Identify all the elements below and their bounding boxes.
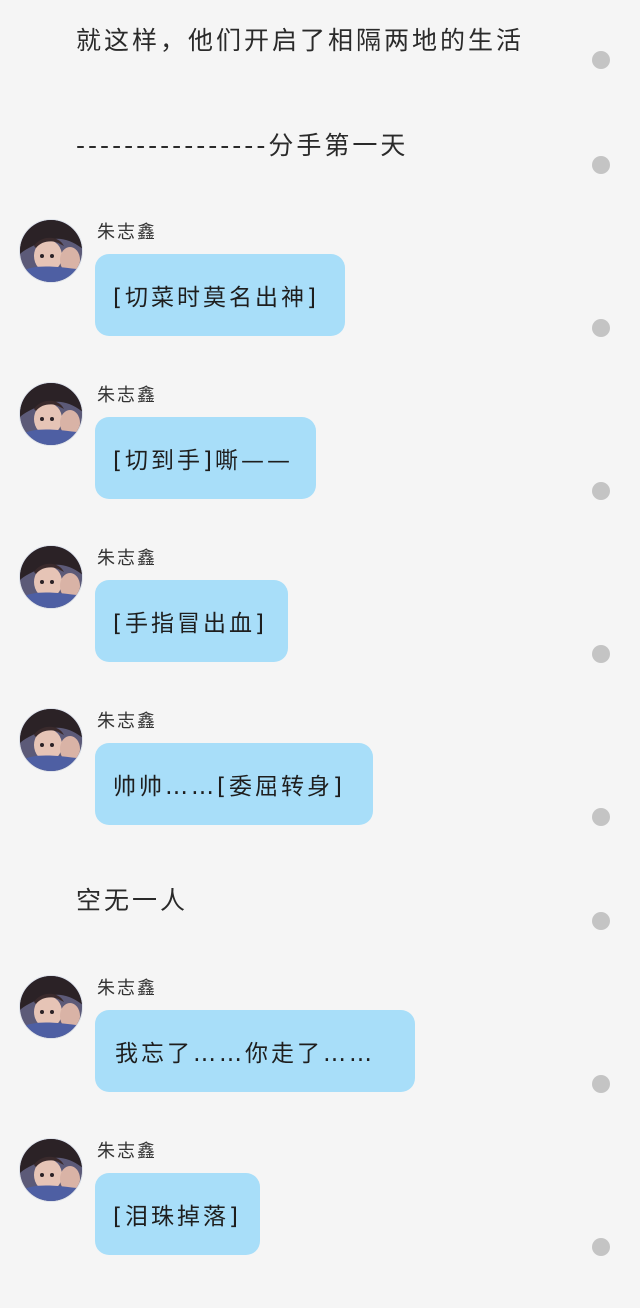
sender-name: 朱志鑫 xyxy=(97,1141,157,1162)
row-dot-icon[interactable] xyxy=(592,1075,610,1093)
narration-divider: ----------------分手第一天 xyxy=(76,131,409,160)
row-dot-icon[interactable] xyxy=(592,1238,610,1256)
avatar[interactable] xyxy=(19,382,83,446)
sender-name: 朱志鑫 xyxy=(97,711,157,732)
row-dot-icon[interactable] xyxy=(592,319,610,337)
row-dot-icon[interactable] xyxy=(592,912,610,930)
row-dot-icon[interactable] xyxy=(592,156,610,174)
sender-name: 朱志鑫 xyxy=(97,385,157,406)
sender-name: 朱志鑫 xyxy=(97,978,157,999)
sender-name: 朱志鑫 xyxy=(97,548,157,569)
message-bubble[interactable]: [切菜时莫名出神] xyxy=(95,254,345,336)
row-dot-icon[interactable] xyxy=(592,808,610,826)
message-bubble[interactable]: [泪珠掉落] xyxy=(95,1173,260,1255)
avatar[interactable] xyxy=(19,545,83,609)
message-bubble[interactable]: 我忘了……你走了…… xyxy=(95,1010,415,1092)
message-bubble[interactable]: [手指冒出血] xyxy=(95,580,288,662)
sender-name: 朱志鑫 xyxy=(97,222,157,243)
narration-interlude: 空无一人 xyxy=(76,886,189,915)
avatar[interactable] xyxy=(19,975,83,1039)
narration-intro: 就这样，他们开启了相隔两地的生活 xyxy=(76,26,525,55)
row-dot-icon[interactable] xyxy=(592,482,610,500)
message-bubble[interactable]: 帅帅……[委屈转身] xyxy=(95,743,373,825)
avatar[interactable] xyxy=(19,219,83,283)
row-dot-icon[interactable] xyxy=(592,51,610,69)
avatar[interactable] xyxy=(19,708,83,772)
row-dot-icon[interactable] xyxy=(592,645,610,663)
message-bubble[interactable]: [切到手]嘶—— xyxy=(95,417,316,499)
avatar[interactable] xyxy=(19,1138,83,1202)
